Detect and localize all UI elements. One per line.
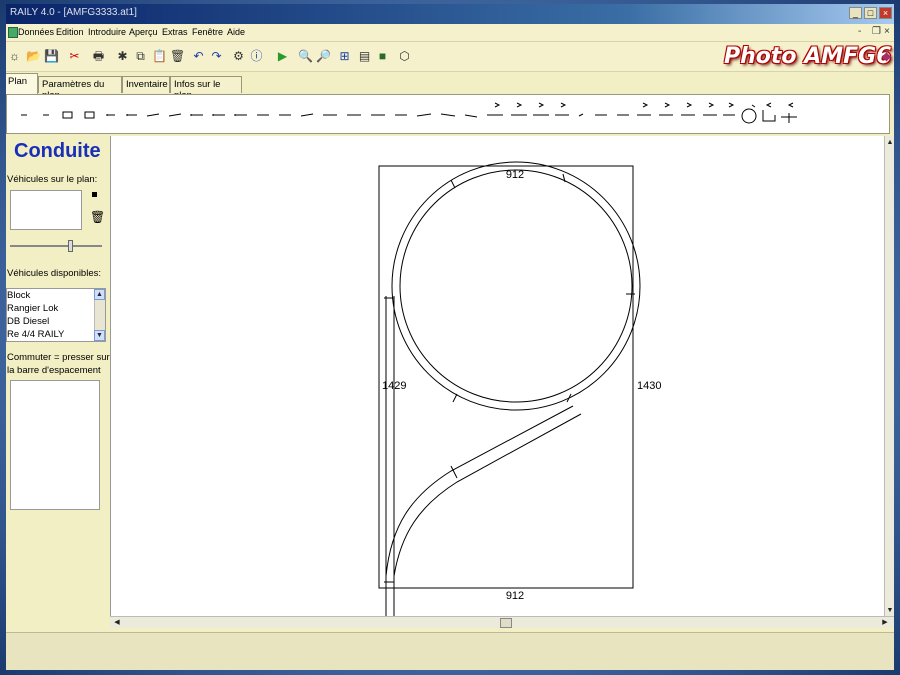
menu-bar: Données Edition Introduire Aperçu Extras… — [6, 24, 894, 42]
zoom-in-icon[interactable]: 🔍 — [298, 50, 313, 63]
track-pieces-strip[interactable] — [7, 95, 891, 135]
scroll-up-icon[interactable]: ▲ — [885, 138, 894, 148]
track-loop-inner — [399, 169, 633, 403]
title-bar: RAILY 4.0 - [AMFG3333.at1] _ □ × — [6, 4, 894, 24]
paste-icon[interactable]: 📋 — [152, 50, 167, 63]
app-icon[interactable] — [8, 27, 18, 38]
menu-fenetre[interactable]: Fenêtre — [192, 27, 223, 37]
scroll-left-icon[interactable]: ◀ — [112, 618, 122, 628]
menu-donnees[interactable]: Données — [18, 27, 54, 37]
slider-track — [10, 245, 102, 247]
scroll-down-icon[interactable]: ▼ — [885, 606, 894, 616]
zoom-out-icon[interactable]: 🔎 — [316, 50, 331, 63]
measure-icon[interactable]: ▤ — [358, 50, 371, 63]
new-icon[interactable]: ☼ — [8, 50, 21, 63]
width-bottom-label: 912 — [506, 590, 524, 602]
vehicles-on-plan-list[interactable] — [10, 190, 82, 230]
mdi-restore-button[interactable]: ❐ — [872, 26, 881, 37]
list-item[interactable]: Rangier Lok — [7, 303, 58, 314]
rotate-left-icon[interactable]: ↶ — [192, 50, 205, 63]
rotate-right-icon[interactable]: ↷ — [210, 50, 223, 63]
zoom-fit-icon[interactable]: ⊞ — [338, 50, 351, 63]
panel-title: Conduite — [14, 140, 101, 162]
menu-introduire[interactable]: Introduire — [88, 27, 126, 37]
stop-icon[interactable] — [92, 192, 97, 197]
mdi-close-button[interactable]: × — [884, 26, 890, 37]
close-button[interactable]: × — [879, 7, 892, 19]
scroll-right-icon[interactable]: ▶ — [880, 618, 890, 628]
tool-icon[interactable]: ⚙ — [232, 50, 245, 63]
cut-icon[interactable]: ✂ — [68, 50, 81, 63]
width-top-label: 912 — [506, 169, 524, 181]
vehicles-on-plan-label: Véhicules sur le plan: — [7, 174, 98, 185]
tool-info-icon[interactable]: ⓘ — [250, 50, 263, 63]
layout-canvas[interactable]: 912 912 1429 1430 — [110, 136, 884, 620]
driving-panel: Conduite Véhicules sur le plan: 🗑 Véhicu… — [6, 136, 110, 620]
menu-extras[interactable]: Extras — [162, 27, 188, 37]
list-item[interactable]: Re 4/4 RAILY — [7, 329, 64, 340]
list-item[interactable]: Block — [7, 290, 30, 301]
hint-label-line1: Commuter = presser sur — [7, 352, 110, 363]
mdi-minimize-button[interactable]: - — [858, 26, 861, 37]
color-icon[interactable]: ■ — [376, 50, 389, 63]
print-icon[interactable]: 🖶 — [92, 50, 105, 63]
menu-apercu[interactable]: Aperçu — [129, 27, 158, 37]
height-left-label: 1429 — [382, 380, 406, 392]
list-item[interactable]: DB Diesel — [7, 316, 49, 327]
diamond-icon: ◆ — [881, 49, 892, 63]
menu-aide[interactable]: Aide — [227, 27, 245, 37]
tab-inventaire[interactable]: Inventaire — [122, 76, 170, 93]
save-icon[interactable]: 💾 — [44, 50, 59, 63]
tab-infos-sur-le-plan[interactable]: Infos sur le plan — [170, 76, 242, 101]
delete-icon[interactable]: 🗑 — [170, 50, 185, 63]
horizontal-scroll-thumb[interactable] — [500, 618, 512, 628]
trash-icon[interactable]: 🗑 — [90, 210, 105, 224]
slider-thumb[interactable] — [68, 240, 73, 252]
menu-edition[interactable]: Edition — [56, 27, 84, 37]
status-bar — [6, 632, 894, 670]
info-box — [10, 380, 100, 510]
scroll-up-icon[interactable]: ▲ — [94, 289, 105, 300]
track-layout-drawing[interactable]: 912 912 1429 1430 — [111, 136, 885, 620]
app-window: RAILY 4.0 - [AMFG3333.at1] _ □ × Données… — [6, 4, 894, 670]
find-icon[interactable]: ✱ — [116, 50, 129, 63]
track-palette — [6, 94, 890, 134]
available-vehicles-label: Véhicules disponibles: — [7, 268, 102, 279]
run-icon[interactable]: ▶ — [276, 50, 289, 63]
speed-slider[interactable] — [10, 240, 102, 252]
photo-watermark-logo: Photo AMFG6 — [724, 44, 892, 69]
baseboard-outline — [378, 165, 634, 589]
window-title: RAILY 4.0 - [AMFG3333.at1] — [10, 7, 137, 18]
horizontal-scrollbar[interactable]: ◀ ▶ — [110, 616, 894, 628]
scroll-down-icon[interactable]: ▼ — [94, 330, 105, 341]
track-loop-outer — [391, 161, 641, 411]
tab-strip: Plan Paramètres du plan Inventaire Infos… — [6, 72, 894, 101]
tab-plan[interactable]: Plan — [6, 73, 38, 94]
minimize-button[interactable]: _ — [849, 7, 862, 19]
available-vehicles-list[interactable]: Block Rangier Lok DB Diesel Re 4/4 RAILY… — [6, 288, 106, 342]
height-right-label: 1430 — [637, 380, 661, 392]
copy-icon[interactable]: ⧉ — [134, 50, 147, 63]
open-icon[interactable]: 📂 — [26, 50, 41, 63]
tab-parametres-du-plan[interactable]: Paramètres du plan — [38, 76, 122, 101]
hint-label-line2: la barre d'espacement — [7, 365, 101, 376]
3d-view-icon[interactable]: ⬡ — [398, 50, 411, 63]
maximize-button[interactable]: □ — [864, 7, 877, 19]
toolbar: ☼ 📂 💾 ✂ 🖶 ✱ ⧉ 📋 🗑 ↶ ↷ ⚙ ⓘ ▶ 🔍 🔎 ⊞ ▤ ■ ⬡ … — [6, 42, 894, 72]
vertical-scrollbar[interactable]: ▲ ▼ — [884, 136, 894, 620]
